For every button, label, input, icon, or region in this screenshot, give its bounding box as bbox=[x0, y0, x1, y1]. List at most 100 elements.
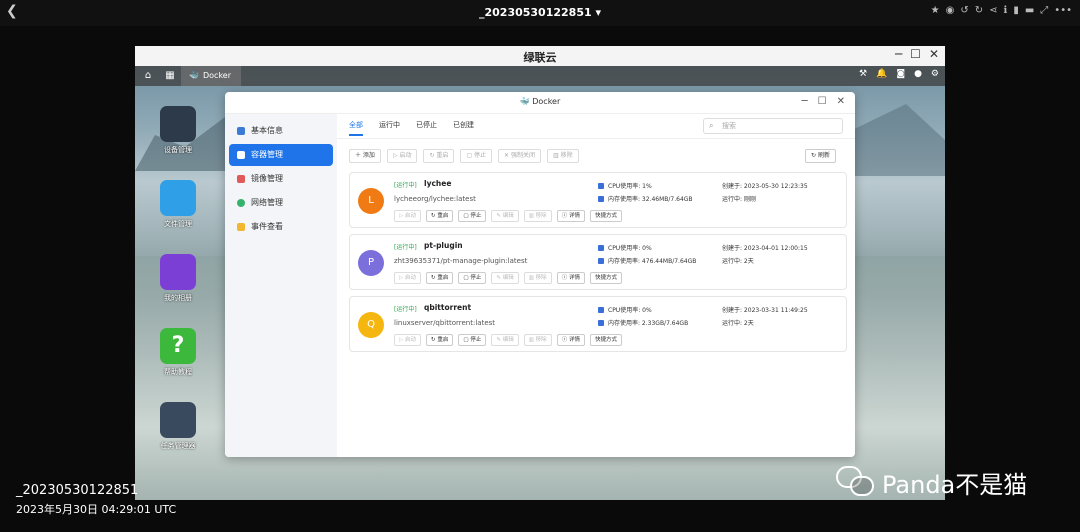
footer-date: 2023年5月30日 04:29:01 UTC bbox=[16, 503, 177, 516]
minimize-icon[interactable]: ─ bbox=[895, 47, 902, 61]
maximize-icon[interactable]: ☐ bbox=[818, 96, 827, 107]
add-button[interactable]: ＋ 添加 bbox=[349, 149, 381, 163]
stop-button[interactable]: ▢ 停止 bbox=[458, 210, 487, 222]
wechat-logo-icon bbox=[836, 464, 876, 500]
search-placeholder: 搜索 bbox=[722, 122, 736, 130]
screenshot-area: 绿联云 ─ ☐ ✕ ⌂ ▦ 🐳 Docker ⚒ 🔔 ◙ ● ⚙ 设备管理 文件… bbox=[135, 46, 945, 500]
edit-button[interactable]: ✎ 编辑 bbox=[491, 272, 519, 284]
shortcut-button[interactable]: 快捷方式 bbox=[589, 334, 622, 346]
close-icon[interactable]: ✕ bbox=[929, 47, 939, 61]
user-icon[interactable]: ● bbox=[914, 69, 922, 79]
viewer-tools: ★ ◉ ↺ ↻ ⋖ ℹ ▮ ▬ ⤢ ••• bbox=[931, 5, 1072, 16]
start-button[interactable]: ▷ 启动 bbox=[386, 149, 418, 163]
sidebar-item-image-management[interactable]: 镜像管理 bbox=[229, 168, 333, 190]
viewer-toolbar: ❮ _20230530122851 ▾ ★ ◉ ↺ ↻ ⋖ ℹ ▮ ▬ ⤢ ••… bbox=[0, 0, 1080, 26]
restart-button[interactable]: ↻ 重启 bbox=[426, 334, 454, 346]
docker-icon: 🐳 bbox=[519, 97, 530, 106]
shortcut-button[interactable]: 快捷方式 bbox=[589, 210, 622, 222]
start-button[interactable]: ▷ 启动 bbox=[394, 210, 421, 222]
eye-icon[interactable]: ◉ bbox=[946, 5, 955, 16]
restart-button[interactable]: ↻ 重启 bbox=[426, 210, 454, 222]
container-card[interactable]: P [运行中] pt-plugin zht39635371/pt-manage-… bbox=[349, 234, 847, 290]
remove-button[interactable]: ▥ 移除 bbox=[523, 272, 552, 284]
container-image: zht39635371/pt-manage-plugin:latest bbox=[394, 257, 528, 265]
mail-icon bbox=[237, 223, 245, 231]
sidebar-item-event-view[interactable]: 事件查看 bbox=[229, 216, 333, 238]
details-button[interactable]: ⓘ 详情 bbox=[556, 334, 585, 346]
viewer-title[interactable]: _20230530122851 ▾ bbox=[0, 6, 1080, 19]
more-icon[interactable]: ••• bbox=[1054, 5, 1072, 16]
remove-button[interactable]: ▥ 移除 bbox=[523, 334, 552, 346]
restart-button[interactable]: ↻ 重启 bbox=[426, 272, 454, 284]
memory-usage: 内存使用率: 2.33GB/7.64GB bbox=[598, 318, 688, 327]
docker-icon: 🐳 bbox=[189, 71, 199, 80]
tab-running[interactable]: 运行中 bbox=[379, 120, 400, 136]
tab-all[interactable]: 全部 bbox=[349, 120, 363, 136]
container-name: pt-plugin bbox=[424, 241, 463, 250]
tab-created[interactable]: 已创建 bbox=[453, 120, 474, 136]
running-time: 运行中: 刚刚 bbox=[722, 196, 756, 203]
info-icon[interactable]: ℹ bbox=[1004, 5, 1008, 16]
sidebar-item-network-management[interactable]: 网络管理 bbox=[229, 192, 333, 214]
stop-button[interactable]: ▢ 停止 bbox=[458, 272, 487, 284]
created-time: 创建于: 2023-04-01 12:00:15 bbox=[722, 245, 808, 252]
window-titlebar: 绿联云 ─ ☐ ✕ bbox=[135, 46, 945, 66]
container-card[interactable]: Q [运行中] qbittorrent linuxserver/qbittorr… bbox=[349, 296, 847, 352]
sidebar-item-container-management[interactable]: 容器管理 bbox=[229, 144, 333, 166]
maximize-icon[interactable]: ☐ bbox=[910, 47, 921, 61]
share-icon[interactable]: ⋖ bbox=[989, 5, 997, 16]
bell-icon[interactable]: 🔔 bbox=[876, 69, 887, 79]
remove-button[interactable]: ▥ 移除 bbox=[523, 210, 552, 222]
avatar: P bbox=[358, 250, 384, 276]
home-icon[interactable]: ⌂ bbox=[141, 69, 155, 83]
cpu-icon bbox=[598, 307, 604, 313]
desktop-icon-help[interactable]: ? 帮助教程 bbox=[157, 328, 199, 377]
desktop-icon-device-management[interactable]: 设备管理 bbox=[157, 106, 199, 155]
tab-stopped[interactable]: 已停止 bbox=[416, 120, 437, 136]
minimize-icon[interactable]: ─ bbox=[802, 96, 808, 107]
remove-button[interactable]: ▥ 移除 bbox=[546, 149, 579, 163]
star-icon[interactable]: ★ bbox=[931, 5, 940, 16]
cpu-icon bbox=[598, 183, 604, 189]
restart-button[interactable]: ↻ 重启 bbox=[423, 149, 455, 163]
sidebar-item-label: 容器管理 bbox=[251, 150, 283, 159]
cpu-usage: CPU使用率: 1% bbox=[598, 181, 652, 190]
close-icon[interactable]: ✕ bbox=[837, 96, 845, 107]
rotate-left-icon[interactable]: ↺ bbox=[960, 5, 968, 16]
details-button[interactable]: ⓘ 详情 bbox=[556, 272, 585, 284]
edit-button[interactable]: ✎ 编辑 bbox=[491, 334, 519, 346]
edit-button[interactable]: ✎ 编辑 bbox=[491, 210, 519, 222]
stop-button[interactable]: ▢ 停止 bbox=[460, 149, 493, 163]
cube-icon bbox=[237, 151, 245, 159]
taskbar-docker-tab[interactable]: 🐳 Docker bbox=[181, 66, 241, 86]
taskbar-docker-label: Docker bbox=[203, 71, 232, 80]
rotate-right-icon[interactable]: ↻ bbox=[975, 5, 983, 16]
search-input[interactable]: ⌕ 搜索 bbox=[703, 118, 843, 134]
container-name: lychee bbox=[424, 179, 452, 188]
start-button[interactable]: ▷ 启动 bbox=[394, 272, 421, 284]
grid-icon[interactable]: ▦ bbox=[163, 69, 177, 83]
tool-icon[interactable]: ⚒ bbox=[859, 69, 867, 79]
desktop-icon-file-management[interactable]: 文件管理 bbox=[157, 180, 199, 229]
force-close-button[interactable]: ✕ 强制关闭 bbox=[498, 149, 541, 163]
folder-icon[interactable]: ▬ bbox=[1025, 5, 1034, 16]
desktop-icon-task-manager[interactable]: 任务管理器 bbox=[157, 402, 199, 451]
gear-icon[interactable]: ⚙ bbox=[931, 69, 939, 79]
fullscreen-icon[interactable]: ⤢ bbox=[1040, 5, 1048, 16]
container-card[interactable]: L [运行中] lychee lycheeorg/lychee:latest ▷… bbox=[349, 172, 847, 228]
sidebar-item-basic-info[interactable]: 基本信息 bbox=[229, 120, 333, 142]
desktop-icon-label: 文件管理 bbox=[164, 220, 192, 228]
start-button[interactable]: ▷ 启动 bbox=[394, 334, 421, 346]
refresh-button[interactable]: ↻ 刷新 bbox=[805, 149, 836, 163]
container-image: linuxserver/qbittorrent:latest bbox=[394, 319, 496, 327]
details-button[interactable]: ⓘ 详情 bbox=[556, 210, 585, 222]
desktop-icon-photos[interactable]: 我的相册 bbox=[157, 254, 199, 303]
avatar: Q bbox=[358, 312, 384, 338]
robot-icon[interactable]: ◙ bbox=[896, 69, 905, 79]
watermark: Panda不是猫 bbox=[836, 464, 1027, 500]
delete-icon[interactable]: ▮ bbox=[1013, 5, 1019, 16]
sidebar-item-label: 基本信息 bbox=[251, 126, 283, 135]
stop-button[interactable]: ▢ 停止 bbox=[458, 334, 487, 346]
status-badge: [运行中] bbox=[394, 182, 417, 189]
shortcut-button[interactable]: 快捷方式 bbox=[589, 272, 622, 284]
